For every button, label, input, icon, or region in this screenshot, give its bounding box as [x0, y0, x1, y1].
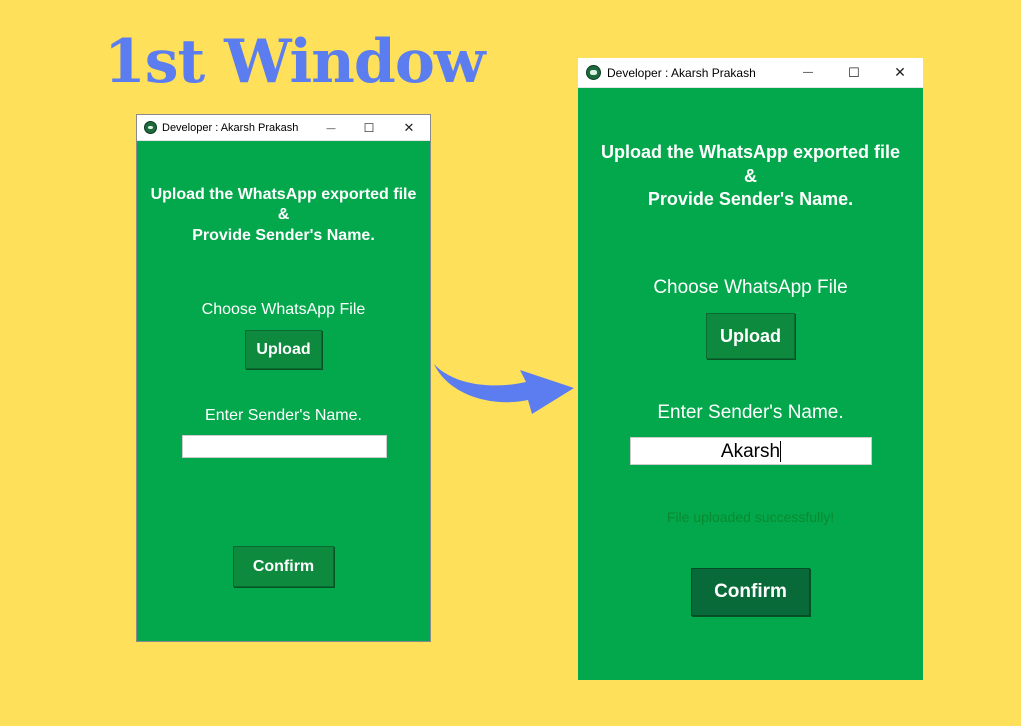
minimize-icon[interactable]: —: [785, 67, 831, 78]
page-heading: 1st Window: [104, 27, 485, 97]
minimize-icon[interactable]: —: [312, 123, 350, 133]
upload-button[interactable]: Upload: [245, 330, 322, 369]
upload-button[interactable]: Upload: [706, 313, 795, 359]
header-line-1: Upload the WhatsApp exported file: [600, 142, 900, 162]
header-line-2: &: [277, 206, 290, 223]
maximize-icon[interactable]: ☐: [831, 65, 877, 81]
confirm-button[interactable]: Confirm: [233, 546, 334, 587]
choose-file-label: Choose WhatsApp File: [201, 301, 366, 318]
header-line-1: Upload the WhatsApp exported file: [150, 186, 417, 203]
sender-name-input[interactable]: Akarsh: [630, 437, 872, 465]
choose-file-label: Choose WhatsApp File: [653, 277, 848, 298]
header-line-3: Provide Sender's Name.: [647, 189, 854, 209]
window-title: Developer : Akarsh Prakash: [162, 121, 299, 134]
sender-name-input[interactable]: [182, 435, 387, 458]
header-line-3: Provide Sender's Name.: [192, 227, 375, 244]
arrow-icon: [434, 364, 574, 414]
sender-name-value: Akarsh: [720, 441, 781, 462]
window-1: Developer : Akarsh Prakash — ☐ ✕ Upload …: [136, 114, 431, 642]
confirm-button[interactable]: Confirm: [691, 568, 810, 616]
app-icon: [144, 121, 157, 134]
sender-name-label: Enter Sender's Name.: [657, 402, 844, 423]
app-icon: [586, 65, 601, 80]
close-icon[interactable]: ✕: [388, 120, 430, 136]
upload-status-message: File uploaded successfully!: [666, 509, 835, 525]
window-1-titlebar[interactable]: Developer : Akarsh Prakash — ☐ ✕: [137, 115, 430, 141]
window-2-titlebar[interactable]: Developer : Akarsh Prakash — ☐ ✕: [578, 58, 923, 88]
sender-name-label: Enter Sender's Name.: [205, 407, 362, 424]
window-title: Developer : Akarsh Prakash: [607, 65, 756, 80]
header-line-2: &: [744, 166, 757, 186]
maximize-icon[interactable]: ☐: [350, 121, 388, 135]
text-caret: [780, 441, 782, 463]
close-icon[interactable]: ✕: [877, 64, 923, 81]
window-2: Developer : Akarsh Prakash — ☐ ✕ Upload …: [578, 58, 923, 680]
